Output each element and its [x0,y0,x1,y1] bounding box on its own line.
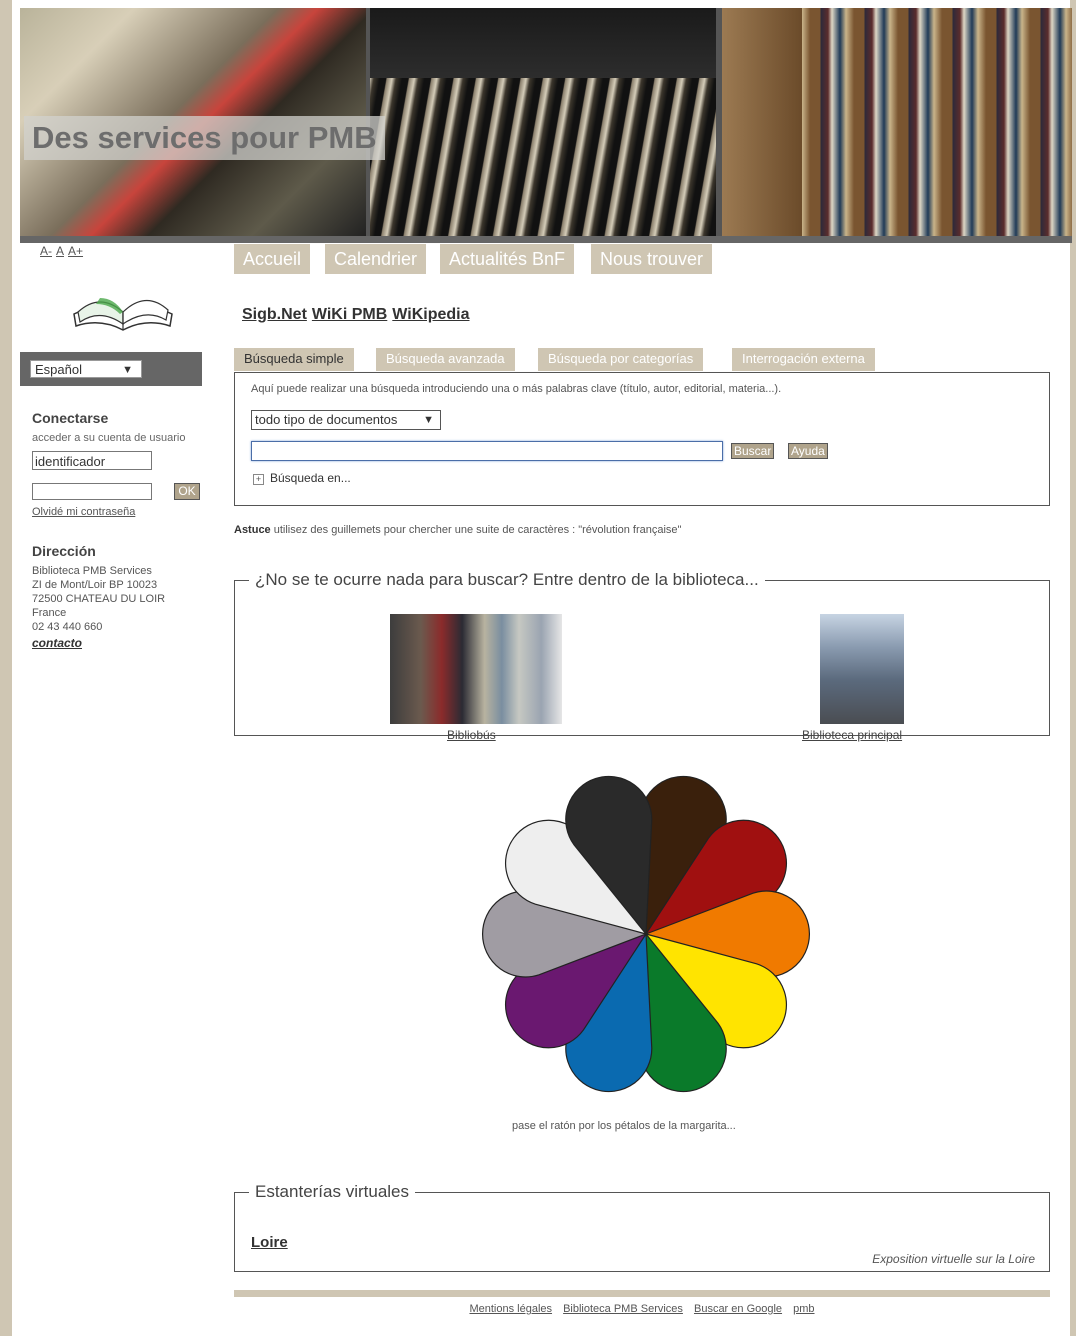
nav-calendrier[interactable]: Calendrier [325,244,427,274]
explore-legend: ¿No se te ocurre nada para buscar? Entre… [255,570,759,589]
link-sigbnet[interactable]: Sigb.Net [242,306,307,323]
address-line: 02 43 440 660 [32,621,103,633]
link-wiki-pmb[interactable]: WiKi PMB [312,306,387,323]
banner-divider [20,236,1072,243]
tab-simple-search[interactable]: Búsqueda simple [234,348,354,371]
search-button[interactable]: Buscar [731,443,775,459]
login-heading: Conectarse [32,410,109,426]
bibliobus-image[interactable] [390,614,562,724]
banner-image-shelf [722,8,1072,236]
address-line: France [32,607,67,619]
tab-external-search[interactable]: Interrogación externa [732,348,875,371]
language-select[interactable]: Español ▼ [30,360,142,378]
login-ok-button[interactable]: OK [174,483,200,500]
search-tip: Astuce utilisez des guillemets pour cher… [234,524,681,536]
daisy-caption: pase el ratón por los pétalos de la marg… [512,1120,736,1132]
address-line: 72500 CHATEAU DU LOIR [32,593,166,605]
address-line: ZI de Mont/Loir BP 10023 [32,579,158,591]
dropdown-arrow-icon: ▼ [423,414,434,426]
page: Des services pour PMB A- A A+ Español ▼ Co… [12,0,1072,1336]
external-links: Sigb.Net WiKi PMB WiKipedia [242,306,475,324]
tab-advanced-search[interactable]: Búsqueda avanzada [376,348,515,371]
main-library-image[interactable] [820,614,904,724]
contact-link[interactable]: contacto [32,636,82,650]
header-banner: Des services pour PMB [20,8,1072,236]
footer-links: Mentions légales Biblioteca PMB Services… [234,1303,1050,1315]
nav-actualites-bnf[interactable]: Actualités BnF [440,244,575,274]
login-password-field[interactable] [32,483,152,500]
login-subtitle: acceder a su cuenta de usuario [32,432,186,444]
shelf-loire-link[interactable]: Loire [251,1234,288,1251]
search-panel: Aquí puede realizar una búsqueda introdu… [234,372,1050,506]
search-input[interactable] [251,441,723,461]
login-id-field[interactable]: identificador [32,451,152,470]
footer-link-legal[interactable]: Mentions légales [469,1303,552,1315]
dropdown-arrow-icon: ▼ [122,364,133,376]
advanced-toggle-label: Búsqueda en... [270,471,351,485]
color-daisy-widget[interactable] [452,748,840,1120]
shelves-legend: Estanterías virtuales [255,1182,410,1201]
footer-divider [234,1290,1050,1297]
search-intro: Aquí puede realizar una búsqueda introdu… [251,383,782,395]
forgot-password-link[interactable]: Olvidé mi contraseña [32,506,135,518]
banner-image-books [370,8,716,236]
nav-nous-trouver[interactable]: Nous trouver [591,244,713,274]
bibliobus-link[interactable]: Bibliobús [447,728,496,742]
font-smaller-link[interactable]: A- [40,244,52,258]
help-button[interactable]: Ayuda [788,443,828,459]
main-library-link[interactable]: Biblioteca principal [802,728,902,742]
address-block: Biblioteca PMB Services ZI de Mont/Loir … [32,564,165,634]
tip-text: utilisez des guillemets pour chercher un… [273,524,682,536]
font-larger-link[interactable]: A+ [68,244,83,258]
nav-accueil[interactable]: Accueil [234,244,311,274]
language-bar: Español ▼ [20,352,202,386]
footer-link-google[interactable]: Buscar en Google [694,1303,782,1315]
shelf-loire-description: Exposition virtuelle sur la Loire [872,1252,1035,1266]
address-heading: Dirección [32,543,96,559]
footer-link-library[interactable]: Biblioteca PMB Services [563,1303,683,1315]
expand-plus-icon[interactable]: + [253,474,264,485]
address-line: Biblioteca PMB Services [32,565,152,577]
link-wikipedia[interactable]: WiKipedia [392,306,469,323]
site-title: Des services pour PMB [24,116,385,160]
open-book-icon [73,298,173,331]
language-selected: Español [35,362,82,377]
tip-label: Astuce [234,524,271,536]
advanced-toggle[interactable]: + Búsqueda en... [253,471,351,485]
font-normal-link[interactable]: A [56,244,64,258]
doctype-selected: todo tipo de documentos [255,412,398,427]
font-size-controls: A- A A+ [40,244,87,258]
tab-category-search[interactable]: Búsqueda por categorías [538,348,704,371]
footer-link-pmb[interactable]: pmb [793,1303,814,1315]
virtual-shelves-panel: Estanterías virtuales Loire Exposition v… [234,1182,1050,1272]
doctype-select[interactable]: todo tipo de documentos ▼ [251,410,441,430]
explore-library-panel: ¿No se te ocurre nada para buscar? Entre… [234,570,1050,742]
